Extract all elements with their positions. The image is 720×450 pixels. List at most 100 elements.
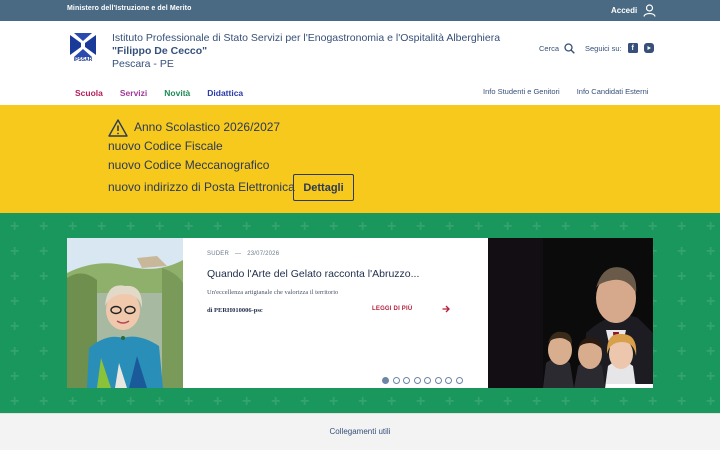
pattern-plus: + (329, 393, 339, 410)
pattern-plus: + (242, 218, 252, 235)
pattern-plus: + (39, 293, 49, 310)
pattern-plus: + (10, 393, 20, 410)
pattern-plus: + (155, 393, 165, 410)
pattern-plus: + (97, 218, 107, 235)
nav-item-servizi[interactable]: Servizi (120, 88, 147, 98)
carousel-dot[interactable] (392, 377, 400, 384)
carousel-dot[interactable] (403, 377, 410, 384)
pattern-plus: + (387, 393, 397, 410)
pattern-plus: + (68, 393, 78, 410)
warning-icon (108, 119, 128, 137)
logo-caption: IPSSAR (73, 57, 93, 63)
youtube-icon[interactable] (643, 43, 654, 53)
pattern-plus: + (474, 218, 484, 235)
follow-label: Seguici su: (585, 43, 622, 53)
pattern-plus: + (213, 218, 223, 235)
pattern-plus: + (619, 218, 629, 235)
carousel-pagination (382, 377, 463, 384)
login-button[interactable]: Accedi (611, 2, 656, 19)
pattern-plus: + (648, 393, 658, 410)
pattern-plus: + (358, 393, 368, 410)
site-header: IPSSAR Istituto Professionale di Stato S… (0, 21, 720, 105)
pattern-plus: + (39, 343, 49, 360)
pattern-plus: + (39, 218, 49, 235)
useful-links-heading[interactable]: Collegamenti utili (0, 427, 720, 436)
pattern-plus: + (387, 218, 397, 235)
slide-category[interactable]: SUDER (207, 251, 229, 257)
search-button[interactable]: Cerca (539, 43, 575, 54)
pattern-plus: + (416, 218, 426, 235)
pattern-plus: + (648, 218, 658, 235)
pattern-plus: + (706, 218, 716, 235)
pattern-plus: + (561, 393, 571, 410)
pattern-plus: + (10, 343, 20, 360)
next-slide-preview[interactable] (488, 238, 653, 388)
nav-item-scuola[interactable]: Scuola (75, 88, 103, 98)
pattern-plus: + (10, 218, 20, 235)
carousel-dot[interactable] (434, 377, 442, 384)
pattern-plus: + (619, 393, 629, 410)
secondary-nav: Info Studenti e Genitori Info Candidati … (483, 87, 648, 96)
user-icon (643, 4, 656, 17)
slide-author: di PERH010006-psc (207, 307, 263, 314)
nav-item-novita[interactable]: Novità (164, 88, 190, 98)
slide-subtitle: Un'eccellenza artigianale che valorizza … (207, 289, 339, 296)
pattern-plus: + (213, 393, 223, 410)
nav-info-studenti[interactable]: Info Studenti e Genitori (483, 87, 560, 96)
pattern-plus: + (68, 218, 78, 235)
pattern-plus: + (677, 393, 687, 410)
slide-photo[interactable] (67, 238, 183, 388)
pattern-plus: + (503, 393, 513, 410)
pattern-plus: + (706, 368, 716, 385)
pattern-plus: + (706, 393, 716, 410)
login-label: Accedi (611, 6, 638, 15)
pattern-plus: + (39, 243, 49, 260)
arrow-right-icon (442, 305, 451, 313)
nav-info-candidati[interactable]: Info Candidati Esterni (577, 87, 649, 96)
pattern-plus: + (300, 393, 310, 410)
pattern-plus: + (416, 393, 426, 410)
pattern-plus: + (39, 368, 49, 385)
facebook-icon[interactable]: f (627, 43, 638, 53)
pattern-plus: + (677, 268, 687, 285)
notice-banner: Anno Scolastico 2026/2027 nuovo Codice F… (0, 105, 720, 213)
school-name-quoted[interactable]: "Filippo De Cecco" (112, 45, 207, 57)
pattern-plus: + (532, 218, 542, 235)
carousel-dot[interactable] (382, 377, 389, 384)
carousel-dot[interactable] (424, 377, 431, 384)
pattern-plus: + (532, 393, 542, 410)
carousel-dot[interactable] (455, 377, 463, 384)
slide-date: 23/07/2026 (247, 251, 280, 257)
social-follow: Seguici su: f (585, 43, 654, 53)
read-more-link[interactable]: LEGGI DI PIÙ (372, 305, 451, 313)
details-button[interactable]: Dettagli (293, 174, 354, 201)
search-icon (564, 43, 575, 54)
pattern-plus: + (706, 268, 716, 285)
pattern-plus: + (677, 218, 687, 235)
pattern-plus: + (358, 218, 368, 235)
pattern-plus: + (271, 218, 281, 235)
carousel-slide: SUDER — 23/07/2026 Quando l'Arte del Gel… (67, 238, 488, 388)
pattern-plus: + (97, 393, 107, 410)
read-more-label: LEGGI DI PIÙ (372, 306, 413, 312)
pattern-plus: + (10, 268, 20, 285)
footer: Collegamenti utili (0, 413, 720, 450)
pattern-plus: + (126, 393, 136, 410)
nav-item-didattica[interactable]: Didattica (207, 88, 243, 98)
slide-title[interactable]: Quando l'Arte del Gelato racconta l'Abru… (207, 268, 419, 280)
slide-content: SUDER — 23/07/2026 Quando l'Arte del Gel… (207, 238, 488, 388)
ministry-bar: Ministero dell'Istruzione e del Merito A… (0, 0, 720, 21)
ministry-link[interactable]: Ministero dell'Istruzione e del Merito (67, 5, 191, 12)
pattern-plus: + (10, 243, 20, 260)
school-name[interactable]: Istituto Professionale di Stato Servizi … (112, 32, 500, 44)
pattern-plus: + (271, 393, 281, 410)
pattern-plus: + (155, 218, 165, 235)
carousel-dot[interactable] (445, 377, 452, 384)
notice-fiscal-code: nuovo Codice Fiscale (108, 139, 223, 153)
carousel-dot[interactable] (413, 377, 421, 384)
pattern-plus: + (39, 393, 49, 410)
pattern-plus: + (10, 318, 20, 335)
pattern-plus: + (39, 318, 49, 335)
pattern-plus: + (474, 393, 484, 410)
pattern-plus: + (503, 218, 513, 235)
